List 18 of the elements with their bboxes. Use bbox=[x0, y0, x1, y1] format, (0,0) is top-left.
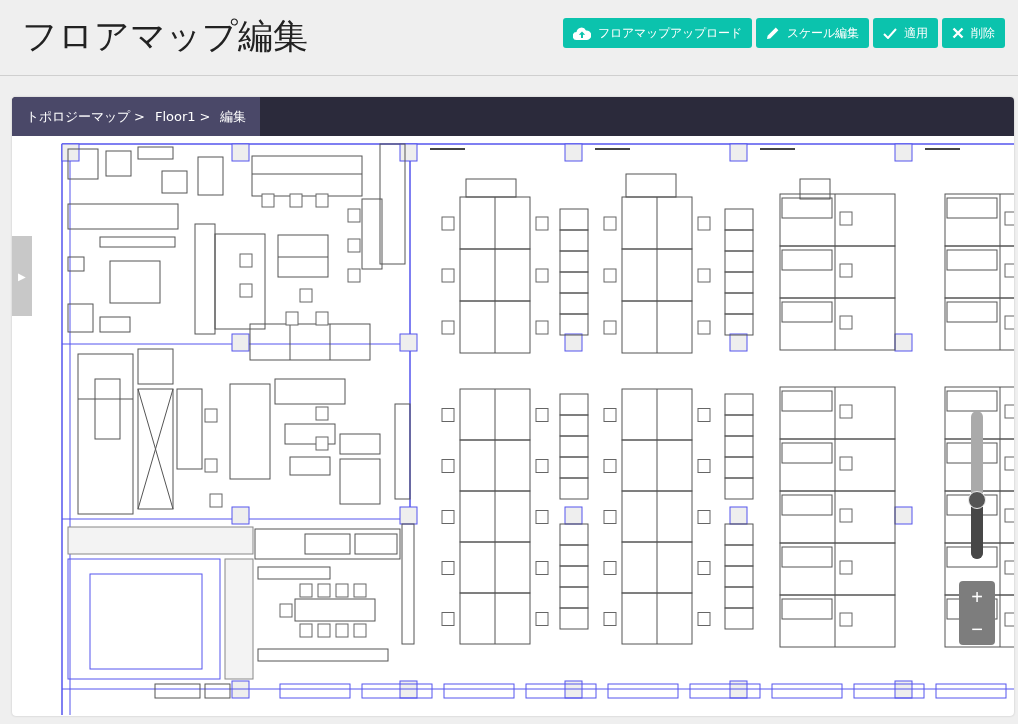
edit-scale-button[interactable]: スケール編集 bbox=[756, 18, 869, 48]
side-panel-toggle[interactable]: ▶ bbox=[12, 236, 32, 316]
breadcrumb-link[interactable]: トポロジーマップ bbox=[26, 107, 130, 126]
apply-button[interactable]: 適用 bbox=[873, 18, 938, 48]
checkmark-icon bbox=[883, 27, 897, 39]
delete-button[interactable]: 削除 bbox=[942, 18, 1005, 48]
breadcrumb-link[interactable]: Floor1 bbox=[154, 109, 196, 124]
close-icon bbox=[952, 27, 964, 39]
pencil-icon bbox=[766, 26, 780, 40]
page-title: フロアマップ編集 bbox=[22, 15, 308, 58]
zoom-in-button[interactable]: + bbox=[959, 581, 995, 613]
zoom-slider-thumb[interactable] bbox=[968, 490, 986, 509]
zoom-slider[interactable] bbox=[971, 411, 983, 559]
cloud-upload-icon bbox=[573, 26, 591, 40]
breadcrumb-current: 編集 bbox=[220, 107, 247, 126]
upload-button[interactable]: フロアマップアップロード bbox=[563, 18, 752, 48]
breadcrumb-separator: > bbox=[199, 109, 211, 124]
breadcrumb-separator: > bbox=[134, 109, 145, 124]
